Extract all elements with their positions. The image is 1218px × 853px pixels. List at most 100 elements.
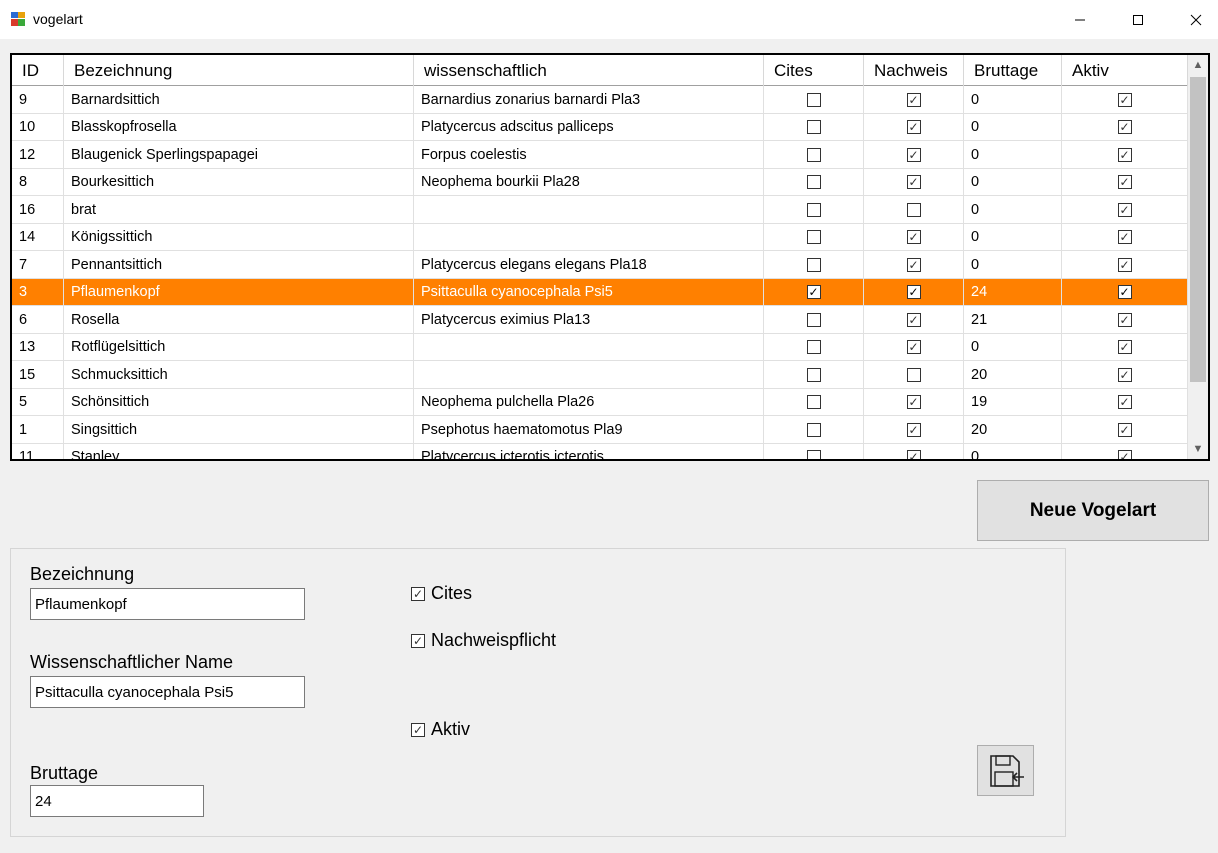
wissenschaftlich-cell[interactable]: Platycercus elegans elegans Pla18 bbox=[414, 251, 764, 278]
checkbox-icon[interactable] bbox=[906, 92, 921, 107]
nachweis-cell[interactable] bbox=[864, 223, 964, 251]
column-header-bezeichnung[interactable]: Bezeichnung bbox=[64, 55, 414, 86]
id-cell[interactable]: 1 bbox=[12, 416, 64, 443]
checkbox-icon[interactable] bbox=[906, 395, 921, 409]
id-cell[interactable]: 11 bbox=[12, 443, 64, 459]
table-row[interactable]: 6RosellaPlatycercus eximius Pla13 21 bbox=[12, 306, 1188, 334]
bruttage-input[interactable]: 24 bbox=[30, 785, 204, 817]
scrollbar-thumb[interactable] bbox=[1190, 77, 1206, 382]
nachweis-cell[interactable] bbox=[864, 86, 964, 113]
table-row[interactable]: 9 Barnardsittich Barnardius zonarius barna… bbox=[12, 86, 1188, 114]
checkbox-icon[interactable] bbox=[806, 285, 821, 299]
id-cell[interactable]: 3 bbox=[12, 278, 64, 306]
column-header-nachweis[interactable]: Nachweis bbox=[864, 55, 964, 86]
checkbox-icon[interactable] bbox=[1117, 230, 1132, 244]
wissenschaftlich-cell[interactable] bbox=[414, 196, 764, 223]
id-cell[interactable]: 12 bbox=[12, 141, 64, 168]
checkbox-icon[interactable] bbox=[806, 450, 821, 459]
nachweis-cell[interactable] bbox=[864, 141, 964, 168]
checkbox-icon[interactable] bbox=[1117, 285, 1132, 299]
aktiv-cell[interactable] bbox=[1062, 333, 1188, 361]
id-cell[interactable]: 9 bbox=[12, 86, 64, 113]
checkbox-icon[interactable] bbox=[1117, 422, 1132, 437]
checkbox-icon[interactable] bbox=[906, 147, 921, 162]
checkbox-icon[interactable] bbox=[806, 257, 821, 272]
wissenschaftlich-cell[interactable]: Platycercus eximius Pla13 bbox=[414, 306, 764, 333]
bezeichnung-cell[interactable]: Blaugenick Sperlingspapagei bbox=[64, 141, 414, 168]
bruttage-cell[interactable]: 20 bbox=[964, 416, 1062, 443]
aktiv-cell[interactable] bbox=[1062, 306, 1188, 333]
bezeichnung-input[interactable]: Pflaumenkopf bbox=[30, 588, 305, 620]
id-cell[interactable]: 7 bbox=[12, 251, 64, 278]
wissenschaftlich-cell[interactable] bbox=[414, 333, 764, 361]
table-row[interactable]: 3 Pflaumenkopf Psittaculla cyanocephala Ps… bbox=[12, 278, 1188, 306]
table-row[interactable]: 14Königssittich 0 bbox=[12, 223, 1188, 251]
checkbox-icon[interactable] bbox=[806, 175, 821, 189]
checkbox-icon[interactable] bbox=[806, 230, 821, 244]
neue-vogelart-button[interactable]: Neue Vogelart bbox=[977, 480, 1209, 541]
table-row[interactable]: 15 Schmucksittich 20 bbox=[12, 361, 1188, 389]
nachweis-cell[interactable] bbox=[864, 306, 964, 333]
table-row[interactable]: 1SingsittichPsephotus haematomotus Pla9 2… bbox=[12, 416, 1188, 444]
cites-cell[interactable] bbox=[764, 196, 864, 223]
bezeichnung-cell[interactable]: Schönsittich bbox=[64, 388, 414, 416]
id-cell[interactable]: 14 bbox=[12, 223, 64, 251]
checkbox-icon[interactable] bbox=[1117, 147, 1132, 162]
close-button[interactable] bbox=[1167, 0, 1218, 39]
nachweis-cell[interactable] bbox=[864, 196, 964, 223]
minimize-button[interactable] bbox=[1051, 0, 1109, 39]
bruttage-cell[interactable]: 0 bbox=[964, 251, 1062, 278]
aktiv-cell[interactable] bbox=[1062, 196, 1188, 223]
bruttage-cell[interactable]: 0 bbox=[964, 141, 1062, 168]
checkbox-icon[interactable] bbox=[1117, 92, 1132, 107]
bezeichnung-cell[interactable]: Bourkesittich bbox=[64, 168, 414, 196]
checkbox-icon[interactable] bbox=[806, 312, 821, 327]
cites-cell[interactable] bbox=[764, 278, 864, 306]
cites-cell[interactable] bbox=[764, 443, 864, 459]
aktiv-cell[interactable] bbox=[1062, 223, 1188, 251]
scroll-up-icon[interactable]: ▲ bbox=[1188, 55, 1208, 75]
table-row[interactable]: 5SchönsittichNeophema pulchella Pla26 19 bbox=[12, 388, 1188, 416]
bruttage-cell[interactable]: 24 bbox=[964, 278, 1062, 306]
cites-cell[interactable] bbox=[764, 333, 864, 361]
table-row[interactable]: 10 Blasskopfrosella Platycercus adscitus p… bbox=[12, 113, 1188, 141]
cites-cell[interactable] bbox=[764, 86, 864, 113]
checkbox-icon[interactable] bbox=[1117, 257, 1132, 272]
column-header-cites[interactable]: Cites bbox=[764, 55, 864, 86]
table-row[interactable]: 8BourkesittichNeophema bourkii Pla28 0 bbox=[12, 168, 1188, 196]
checkbox-icon[interactable] bbox=[1117, 450, 1132, 459]
id-cell[interactable]: 6 bbox=[12, 306, 64, 333]
cites-checkbox[interactable]: Cites bbox=[411, 583, 472, 604]
bruttage-cell[interactable]: 0 bbox=[964, 443, 1062, 459]
wissenschaftlich-cell[interactable] bbox=[414, 223, 764, 251]
column-header-wissenschaftlich[interactable]: wissenschaftlich bbox=[414, 55, 764, 86]
bezeichnung-cell[interactable]: Pflaumenkopf bbox=[64, 278, 414, 306]
save-button[interactable] bbox=[977, 745, 1034, 796]
checkbox-icon[interactable] bbox=[906, 367, 921, 382]
aktiv-cell[interactable] bbox=[1062, 443, 1188, 459]
cites-cell[interactable] bbox=[764, 168, 864, 196]
checkbox-icon[interactable] bbox=[906, 120, 921, 134]
checkbox-icon[interactable] bbox=[806, 147, 821, 162]
checkbox-icon[interactable] bbox=[806, 340, 821, 354]
table-row[interactable]: 13Rotflügelsittich 0 bbox=[12, 333, 1188, 361]
scroll-down-icon[interactable]: ▼ bbox=[1188, 439, 1208, 459]
checkbox-icon[interactable] bbox=[906, 422, 921, 437]
checkbox-icon[interactable] bbox=[1117, 395, 1132, 409]
bezeichnung-cell[interactable]: Stanley bbox=[64, 443, 414, 459]
nachweis-cell[interactable] bbox=[864, 361, 964, 388]
id-cell[interactable]: 10 bbox=[12, 113, 64, 141]
wissenschaftlich-cell[interactable]: Platycercus adscitus palliceps bbox=[414, 113, 764, 141]
nachweis-cell[interactable] bbox=[864, 251, 964, 278]
column-header-aktiv[interactable]: Aktiv bbox=[1062, 55, 1188, 86]
checkbox-icon[interactable] bbox=[1117, 120, 1132, 134]
bezeichnung-cell[interactable]: Rotflügelsittich bbox=[64, 333, 414, 361]
cites-cell[interactable] bbox=[764, 388, 864, 416]
checkbox-icon[interactable] bbox=[806, 92, 821, 107]
cites-cell[interactable] bbox=[764, 251, 864, 278]
id-cell[interactable]: 15 bbox=[12, 361, 64, 388]
nachweis-cell[interactable] bbox=[864, 278, 964, 306]
checkbox-icon[interactable] bbox=[1117, 202, 1132, 217]
cites-check-icon[interactable] bbox=[411, 586, 425, 601]
checkbox-icon[interactable] bbox=[906, 257, 921, 272]
